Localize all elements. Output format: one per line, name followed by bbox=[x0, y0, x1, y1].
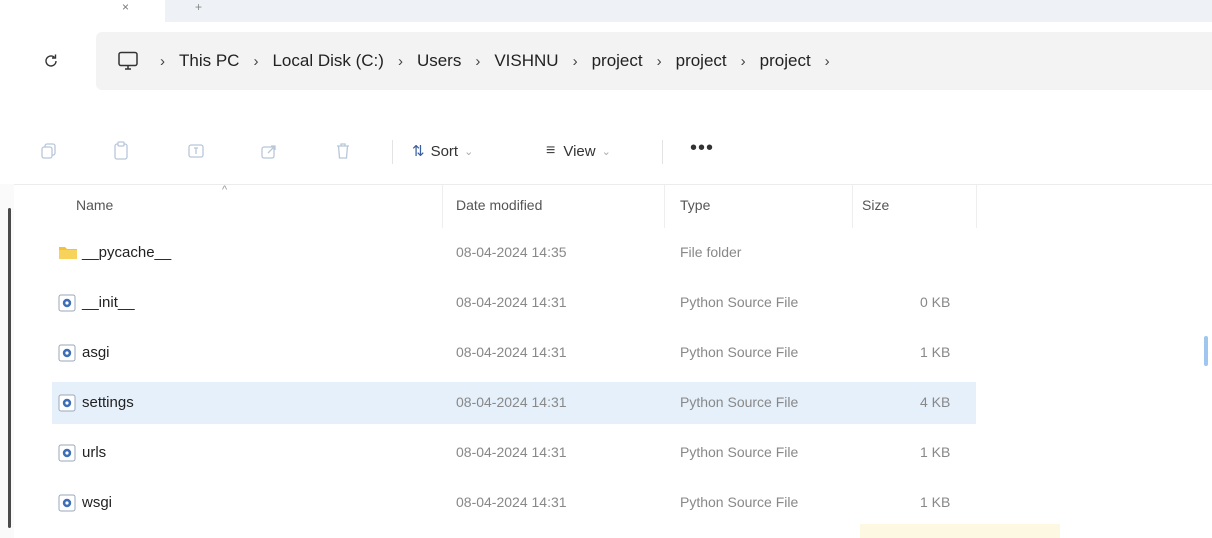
breadcrumb-separator-icon[interactable]: › bbox=[245, 53, 266, 70]
view-button[interactable]: ≡ View ⌄ bbox=[546, 138, 611, 164]
file-type: Python Source File bbox=[680, 494, 799, 510]
file-date-modified: 08-04-2024 14:31 bbox=[456, 294, 567, 310]
file-date-modified: 08-04-2024 14:31 bbox=[456, 494, 567, 510]
column-header-name[interactable]: Name bbox=[76, 197, 113, 213]
python-file-icon bbox=[58, 494, 76, 512]
command-separator bbox=[392, 140, 393, 164]
view-label: View bbox=[563, 142, 596, 160]
file-type: Python Source File bbox=[680, 344, 799, 360]
file-name: wsgi bbox=[82, 494, 113, 511]
file-date-modified: 08-04-2024 14:31 bbox=[456, 444, 567, 460]
tab-strip: × + bbox=[0, 0, 1212, 22]
file-size: 0 KB bbox=[920, 294, 951, 310]
breadcrumb-items: › This PC › Local Disk (C:) › Users › VISHNU › pr… bbox=[152, 51, 838, 71]
rename-icon[interactable] bbox=[186, 140, 208, 162]
navigation-pane bbox=[0, 184, 14, 538]
bottom-highlight bbox=[860, 524, 1060, 538]
new-tab-button[interactable]: + bbox=[195, 0, 202, 14]
breadcrumb-separator-icon[interactable]: › bbox=[733, 53, 754, 70]
sort-icon: ⇅ bbox=[412, 143, 425, 160]
breadcrumb-separator-icon[interactable]: › bbox=[649, 53, 670, 70]
column-divider[interactable] bbox=[852, 184, 853, 228]
python-file-icon bbox=[58, 294, 76, 312]
column-header-row: Name ^ Date modified Type Size bbox=[52, 184, 977, 228]
tab-close-button[interactable]: × bbox=[122, 0, 129, 14]
file-name: urls bbox=[82, 444, 107, 461]
file-date-modified: 08-04-2024 14:31 bbox=[456, 344, 567, 360]
file-name: __pycache__ bbox=[82, 244, 172, 261]
file-date-modified: 08-04-2024 14:31 bbox=[456, 394, 567, 410]
breadcrumb-item[interactable]: project bbox=[754, 51, 817, 71]
python-file-icon bbox=[58, 394, 76, 412]
file-list: Name ^ Date modified Type Size __pycache… bbox=[52, 184, 1212, 538]
breadcrumb-separator-icon[interactable]: › bbox=[390, 53, 411, 70]
breadcrumb-item[interactable]: project bbox=[586, 51, 649, 71]
file-size: 1 KB bbox=[920, 494, 951, 510]
column-divider[interactable] bbox=[442, 184, 443, 228]
file-name: asgi bbox=[82, 344, 110, 361]
column-header-type[interactable]: Type bbox=[680, 197, 710, 213]
file-size: 1 KB bbox=[920, 344, 951, 360]
column-header-date[interactable]: Date modified bbox=[456, 197, 542, 213]
file-row[interactable]: urls 08-04-2024 14:31 Python Source File 1 … bbox=[52, 432, 976, 474]
file-name: __init__ bbox=[82, 294, 135, 311]
chevron-down-icon: ⌄ bbox=[464, 145, 474, 158]
folder-icon bbox=[58, 244, 77, 262]
file-date-modified: 08-04-2024 14:35 bbox=[456, 244, 567, 260]
file-type: Python Source File bbox=[680, 294, 799, 310]
more-options-button[interactable]: ••• bbox=[690, 137, 714, 160]
file-row[interactable]: asgi 08-04-2024 14:31 Python Source File 1 … bbox=[52, 332, 976, 374]
refresh-icon bbox=[45, 54, 57, 67]
view-icon: ≡ bbox=[546, 142, 556, 159]
file-row[interactable]: settings 08-04-2024 14:31 Python Source Fi… bbox=[52, 382, 976, 424]
paste-icon[interactable] bbox=[110, 140, 132, 162]
breadcrumb-separator-icon[interactable]: › bbox=[467, 53, 488, 70]
chevron-down-icon: ⌄ bbox=[601, 145, 611, 158]
breadcrumb-separator-icon[interactable]: › bbox=[152, 53, 173, 70]
scrollbar-thumb[interactable] bbox=[8, 208, 11, 528]
breadcrumb-separator-icon[interactable]: › bbox=[817, 53, 838, 70]
breadcrumb-item[interactable]: VISHNU bbox=[488, 51, 564, 71]
column-divider[interactable] bbox=[976, 184, 977, 228]
column-divider[interactable] bbox=[664, 184, 665, 228]
column-header-size[interactable]: Size bbox=[862, 197, 889, 213]
details-pane-edge bbox=[1204, 336, 1208, 366]
file-row[interactable]: __init__ 08-04-2024 14:31 Python Source Fi… bbox=[52, 282, 976, 324]
file-row[interactable]: wsgi 08-04-2024 14:31 Python Source File 1 … bbox=[52, 482, 976, 524]
copy-icon[interactable] bbox=[38, 140, 60, 162]
file-type: Python Source File bbox=[680, 444, 799, 460]
breadcrumb-separator-icon[interactable]: › bbox=[565, 53, 586, 70]
breadcrumb-item[interactable]: Users bbox=[411, 51, 467, 71]
tab-background bbox=[165, 0, 1212, 22]
file-row[interactable]: __pycache__ 08-04-2024 14:35 File folder bbox=[52, 232, 976, 274]
sort-ascending-icon: ^ bbox=[222, 184, 228, 196]
breadcrumb-item[interactable]: This PC bbox=[173, 51, 245, 71]
share-icon[interactable] bbox=[258, 140, 280, 162]
sort-label: Sort bbox=[430, 142, 459, 160]
command-bar: ⇅ Sort ⌄ ≡ View ⌄ ••• bbox=[0, 122, 1212, 185]
file-type: File folder bbox=[680, 244, 742, 260]
file-type: Python Source File bbox=[680, 394, 799, 410]
breadcrumb[interactable]: › This PC › Local Disk (C:) › Users › VISHNU › pr… bbox=[96, 32, 1212, 90]
address-bar: › This PC › Local Disk (C:) › Users › VISHNU › pr… bbox=[0, 22, 1212, 100]
file-size: 1 KB bbox=[920, 444, 951, 460]
delete-icon[interactable] bbox=[332, 140, 354, 162]
python-file-icon bbox=[58, 444, 76, 462]
refresh-button[interactable] bbox=[40, 50, 62, 72]
computer-icon[interactable] bbox=[116, 49, 140, 73]
sort-button[interactable]: ⇅ Sort ⌄ bbox=[412, 138, 473, 164]
file-size: 4 KB bbox=[920, 394, 951, 410]
python-file-icon bbox=[58, 344, 76, 362]
file-name: settings bbox=[82, 394, 134, 411]
breadcrumb-item[interactable]: Local Disk (C:) bbox=[266, 51, 389, 71]
command-separator bbox=[662, 140, 663, 164]
breadcrumb-item[interactable]: project bbox=[670, 51, 733, 71]
